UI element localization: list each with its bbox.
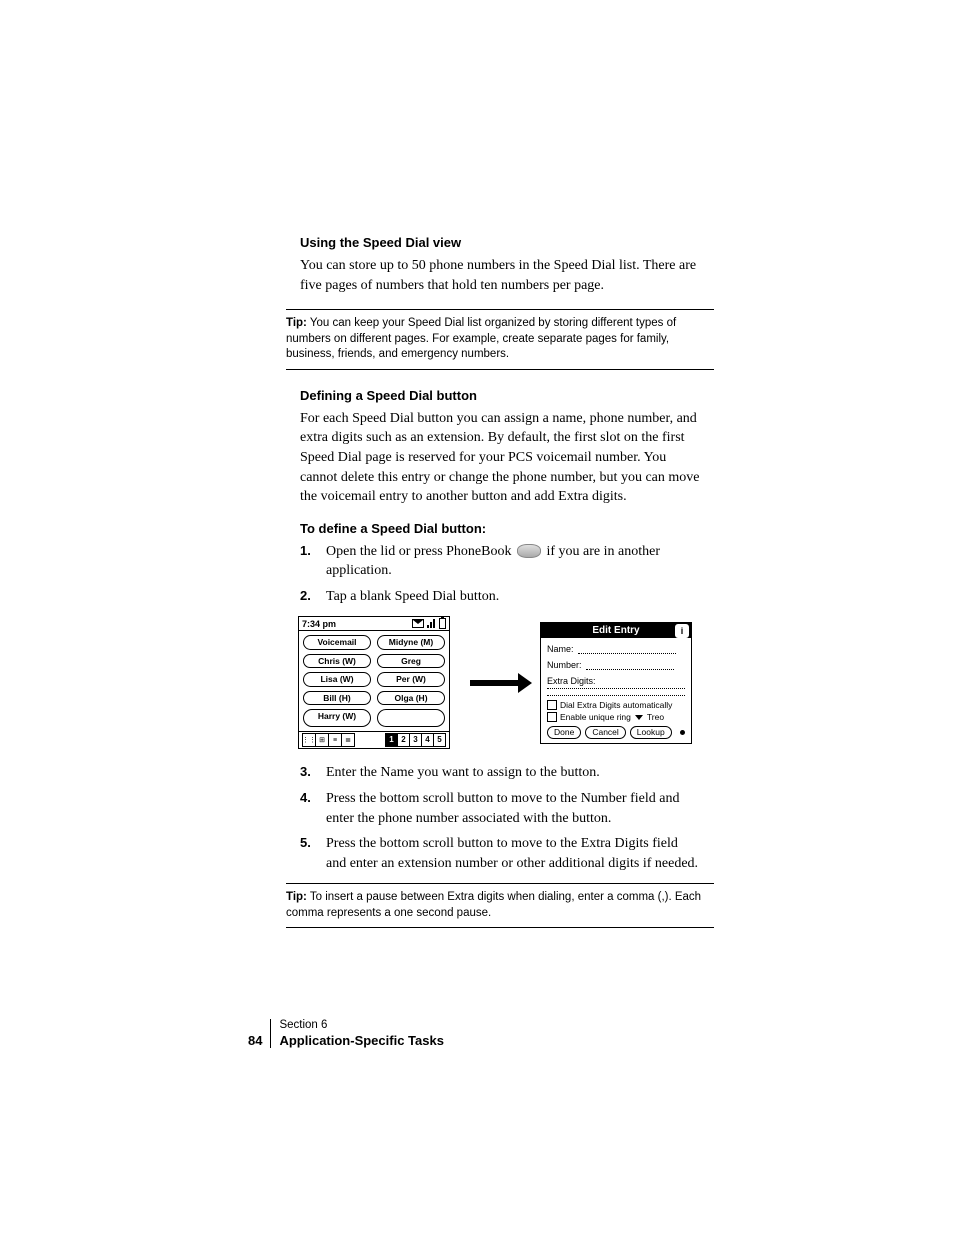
name-field[interactable]: Name: — [547, 644, 685, 654]
steps-list-b: 3. Enter the Name you want to assign to … — [300, 763, 700, 873]
step-2: 2. Tap a blank Speed Dial button. — [300, 587, 700, 607]
step-number: 3. — [300, 763, 326, 783]
tip-body: You can keep your Speed Dial list organi… — [286, 317, 676, 360]
speed-dial-grid: Voicemail Midyne (M) Chris (W) Greg Lisa… — [299, 631, 449, 727]
step-4: 4. Press the bottom scroll button to mov… — [300, 789, 700, 828]
step-text: Press the bottom scroll button to move t… — [326, 834, 700, 873]
step-text: Press the bottom scroll button to move t… — [326, 789, 700, 828]
speed-dial-button[interactable]: Bill (H) — [303, 691, 371, 706]
page-footer: 84 Section 6 Application-Specific Tasks — [248, 1019, 444, 1048]
step-text: Enter the Name you want to assign to the… — [326, 763, 600, 783]
view-icon[interactable]: ⊞ — [315, 733, 329, 747]
step-number: 5. — [300, 834, 326, 873]
speed-dial-button[interactable]: Greg — [377, 654, 445, 669]
view-icon[interactable]: ≣ — [341, 733, 355, 747]
step-text: Tap a blank Speed Dial button. — [326, 587, 499, 607]
view-icon[interactable]: ≡ — [328, 733, 342, 747]
step-number: 4. — [300, 789, 326, 828]
page-number: 84 — [248, 1034, 270, 1048]
speed-dial-button[interactable]: Voicemail — [303, 635, 371, 650]
step-number: 2. — [300, 587, 326, 607]
unique-ring-checkbox[interactable]: Enable unique ring Treo — [547, 712, 685, 722]
phonebook-icon — [517, 544, 541, 558]
done-button[interactable]: Done — [547, 726, 581, 739]
speed-dial-screen: 7:34 pm Voicemail Midyne (M) Chris (W) G… — [298, 616, 450, 749]
subhead-using-speed-dial: Using the Speed Dial view — [300, 235, 700, 250]
speed-dial-button[interactable]: Midyne (M) — [377, 635, 445, 650]
speed-dial-button[interactable]: Chris (W) — [303, 654, 371, 669]
tip-label: Tip: — [286, 317, 307, 329]
checkbox-icon[interactable] — [547, 712, 557, 722]
step-5: 5. Press the bottom scroll button to mov… — [300, 834, 700, 873]
dialog-title: Edit Entry i — [541, 623, 691, 638]
speed-dial-button[interactable]: Olga (H) — [377, 691, 445, 706]
speed-dial-button[interactable]: Harry (W) — [303, 709, 371, 727]
page-content: Using the Speed Dial view You can store … — [300, 235, 700, 946]
dial-auto-checkbox[interactable]: Dial Extra Digits automatically — [547, 700, 685, 710]
tip-label: Tip: — [286, 891, 307, 903]
step-1: 1. Open the lid or press PhoneBook if yo… — [300, 542, 700, 581]
lookup-button[interactable]: Lookup — [630, 726, 672, 739]
resize-dot-icon — [680, 730, 685, 735]
dropdown-value: Treo — [647, 712, 664, 722]
subhead-defining: Defining a Speed Dial button — [300, 388, 700, 403]
name-label: Name: — [547, 644, 574, 654]
arrow-icon — [450, 680, 540, 686]
body-defining: For each Speed Dial button you can assig… — [300, 409, 700, 507]
tip-pause: Tip: To insert a pause between Extra dig… — [286, 883, 714, 928]
steps-heading: To define a Speed Dial button: — [300, 521, 700, 536]
dropdown-icon[interactable] — [635, 715, 643, 720]
status-time: 7:34 pm — [302, 619, 336, 629]
signal-icon — [427, 619, 436, 628]
speed-dial-button[interactable]: Per (W) — [377, 672, 445, 687]
info-icon[interactable]: i — [675, 624, 689, 638]
chapter-title: Application-Specific Tasks — [279, 1033, 443, 1049]
tip-body: To insert a pause between Extra digits w… — [286, 891, 701, 919]
view-icon[interactable]: ⋮⋮ — [302, 733, 316, 747]
steps-list-a: 1. Open the lid or press PhoneBook if yo… — [300, 542, 700, 607]
tip-organize: Tip: You can keep your Speed Dial list o… — [286, 309, 714, 370]
checkbox-label: Dial Extra Digits automatically — [560, 700, 672, 710]
step-3: 3. Enter the Name you want to assign to … — [300, 763, 700, 783]
page-tab[interactable]: 5 — [433, 733, 446, 747]
dialog-title-text: Edit Entry — [592, 625, 639, 636]
body-using-speed-dial: You can store up to 50 phone numbers in … — [300, 256, 700, 295]
section-label: Section 6 — [279, 1019, 443, 1033]
extra-digits-label: Extra Digits: — [547, 676, 685, 686]
page-tabs[interactable]: 1 2 3 4 5 — [386, 733, 446, 747]
step-text-before: Open the lid or press PhoneBook — [326, 544, 515, 559]
edit-entry-dialog: Edit Entry i Name: Number: Extra Digits: — [540, 622, 692, 744]
cancel-button[interactable]: Cancel — [585, 726, 625, 739]
view-switcher[interactable]: ⋮⋮ ⊞ ≡ ≣ — [302, 733, 354, 747]
number-label: Number: — [547, 660, 582, 670]
step-number: 1. — [300, 542, 326, 581]
number-field[interactable]: Number: — [547, 660, 685, 670]
checkbox-label: Enable unique ring — [560, 712, 631, 722]
mail-icon — [412, 619, 424, 628]
speed-dial-button[interactable]: Lisa (W) — [303, 672, 371, 687]
speed-dial-button-blank[interactable] — [377, 709, 445, 727]
checkbox-icon[interactable] — [547, 700, 557, 710]
extra-digits-field[interactable]: Extra Digits: — [547, 676, 685, 689]
battery-icon — [439, 618, 446, 629]
figure-row: 7:34 pm Voicemail Midyne (M) Chris (W) G… — [298, 616, 700, 749]
